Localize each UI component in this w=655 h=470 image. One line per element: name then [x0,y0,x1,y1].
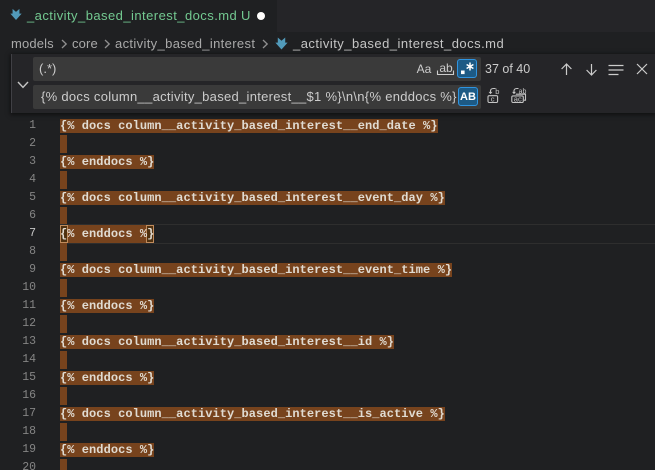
svg-text:ac: ac [514,94,522,103]
svg-text:c: c [491,94,495,103]
svg-text:b: b [495,87,499,96]
